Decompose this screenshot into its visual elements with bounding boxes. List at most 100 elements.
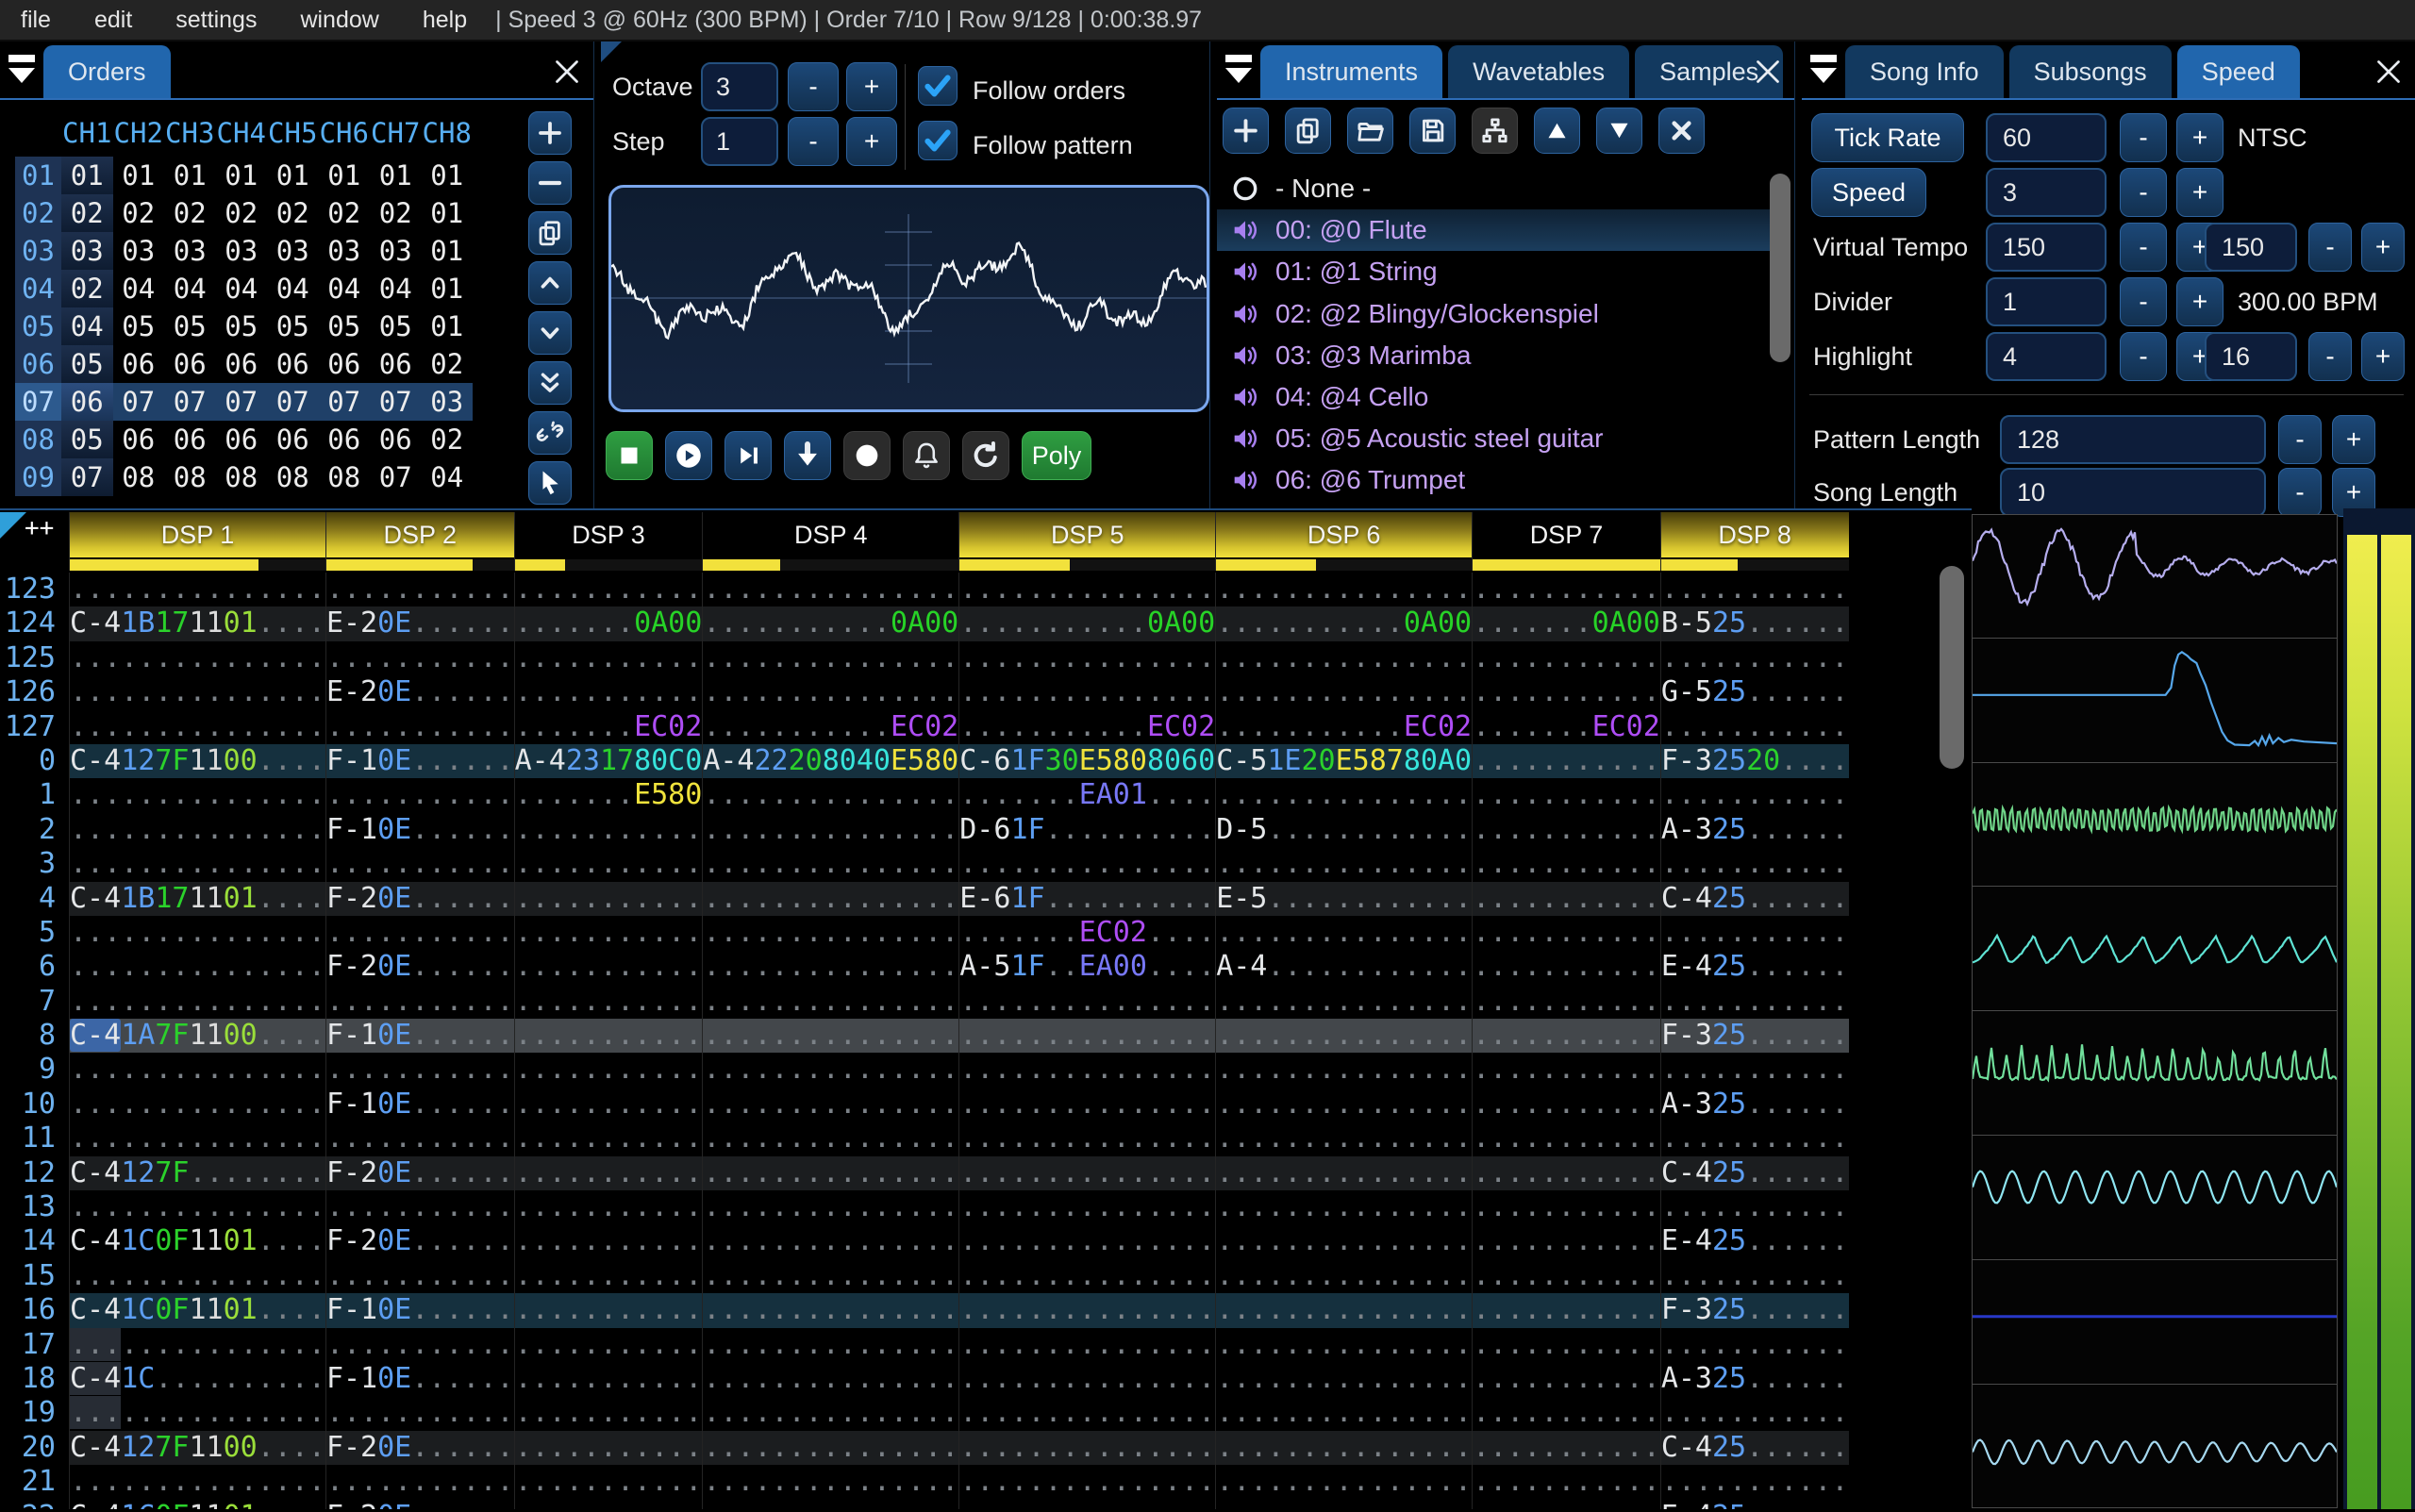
pattern-cell[interactable]: C-425...... — [1659, 1430, 1849, 1466]
pattern-cell[interactable]: ............... — [702, 1190, 958, 1225]
pattern-cell[interactable]: ........... — [1472, 1361, 1660, 1397]
pattern-cell[interactable]: .......E580 — [513, 778, 702, 813]
order-cell[interactable]: 05 — [216, 307, 268, 345]
tick-rate-button[interactable]: Tick Rate — [1811, 113, 1964, 162]
virtual-tempo-denominator-input[interactable]: 150 — [2205, 223, 2297, 272]
channel-header-dsp3[interactable]: XXXXXXXXXXXDSP 3 — [513, 512, 703, 571]
vt2-decrease-button[interactable]: - — [2308, 223, 2352, 272]
pattern-cell[interactable]: ............... — [1215, 915, 1472, 951]
pattern-cell[interactable]: ........... — [325, 1258, 514, 1294]
pattern-cell[interactable]: ............... — [702, 1499, 958, 1509]
pattern-cell[interactable]: ........... — [1472, 743, 1660, 779]
order-cell[interactable]: 07 — [112, 383, 164, 421]
pattern-cell[interactable]: A-325...... — [1659, 1361, 1849, 1397]
pattern-cell[interactable]: ........... — [1472, 1430, 1660, 1466]
orders-add-button[interactable] — [528, 111, 572, 155]
instrument-save-button[interactable] — [1409, 108, 1456, 154]
channel-header-box[interactable]: XXXXXXXXXXXDSP 3 — [514, 512, 703, 557]
tab-song-info[interactable]: Song Info — [1845, 45, 2004, 98]
pattern-cell[interactable]: ............... — [958, 1258, 1215, 1294]
pattern-cell[interactable]: ........... — [325, 573, 514, 607]
menu-item-help[interactable]: help — [423, 7, 467, 34]
metronome-button[interactable] — [903, 431, 950, 480]
channel-header-dsp7[interactable]: XXXXXXXXXXXDSP 7 — [1472, 512, 1660, 571]
order-cell[interactable]: 01 — [422, 157, 474, 194]
pattern-cell[interactable]: ........... — [325, 1396, 514, 1431]
order-cell[interactable]: 02 — [422, 421, 474, 458]
pattern-cell[interactable]: ...........EC02 — [1215, 709, 1472, 744]
pattern-cell[interactable]: ............... — [702, 1122, 958, 1156]
pattern-length-increase-button[interactable]: + — [2332, 415, 2375, 464]
pattern-cell[interactable]: C-51E20E58780A0 — [1215, 743, 1472, 779]
pattern-cell[interactable]: F-20E...... — [325, 1224, 514, 1259]
order-cell[interactable]: 04 — [370, 270, 422, 307]
pattern-cell[interactable]: E-425...... — [1659, 1499, 1849, 1509]
pattern-cell[interactable]: ............... — [1215, 1499, 1472, 1509]
order-cell[interactable]: 04 — [113, 270, 165, 307]
order-row[interactable]: 05 04 05 05 05 05 05 05 01 — [15, 307, 473, 345]
pattern-cell[interactable]: ............... — [69, 640, 325, 676]
pattern-cell[interactable]: C-61F30E5808060 — [958, 743, 1215, 779]
order-cell[interactable]: 06 — [370, 345, 422, 383]
pattern-cell[interactable]: ........... — [325, 1190, 514, 1225]
pattern-cell[interactable]: ........... — [1659, 1327, 1849, 1362]
pattern-cell[interactable]: ............... — [69, 950, 325, 985]
pattern-cell[interactable]: ............... — [958, 1224, 1215, 1259]
pattern-cell[interactable]: ............... — [702, 1087, 958, 1122]
divider-input[interactable]: 1 — [1986, 277, 2107, 326]
pattern-cell[interactable]: E-425...... — [1659, 950, 1849, 985]
pattern-cell[interactable]: F-20E...... — [325, 950, 514, 985]
order-cell[interactable]: 03 — [61, 232, 113, 270]
order-cell[interactable]: 02 — [164, 194, 216, 232]
pattern-cell[interactable]: ............... — [69, 1327, 325, 1362]
song-length-input[interactable]: 10 — [2000, 468, 2266, 517]
pattern-cell[interactable]: ........... — [1472, 1019, 1660, 1054]
hl2-decrease-button[interactable]: - — [2308, 332, 2352, 381]
pattern-cell[interactable]: ............... — [1215, 1327, 1472, 1362]
pattern-cell[interactable]: ............... — [1215, 1293, 1472, 1328]
pattern-cell[interactable]: ............... — [958, 573, 1215, 607]
order-cell[interactable]: 06 — [319, 421, 371, 458]
pattern-cell[interactable]: ........... — [1472, 1499, 1660, 1509]
step-increase-button[interactable]: + — [846, 117, 897, 166]
order-cell[interactable]: 05 — [113, 307, 165, 345]
pattern-cell[interactable]: ............... — [702, 1053, 958, 1088]
orders-move-double-down-button[interactable] — [528, 361, 572, 405]
pattern-cell[interactable]: ........... — [513, 847, 702, 882]
pattern-cell[interactable]: C-41C0F1101.... — [69, 1499, 325, 1509]
pattern-cell[interactable]: ........... — [513, 1224, 702, 1259]
order-row-label[interactable]: 08 — [15, 421, 61, 458]
pattern-cell[interactable]: A-51F..EA00.... — [958, 950, 1215, 985]
pattern-length-input[interactable]: 128 — [2000, 415, 2266, 464]
order-row[interactable]: 06 05 06 06 06 06 06 06 02 — [15, 345, 473, 383]
pattern-cell[interactable]: ........... — [513, 1190, 702, 1225]
pattern-cell[interactable]: ............... — [69, 778, 325, 813]
pattern-cell[interactable]: A-325...... — [1659, 812, 1849, 848]
pattern-cell[interactable]: E-20E...... — [325, 606, 514, 641]
order-cell[interactable]: 08 — [113, 458, 165, 496]
pattern-cell[interactable]: ........... — [1659, 778, 1849, 813]
pattern-cell[interactable]: ............... — [702, 675, 958, 710]
order-cell[interactable]: 01 — [113, 157, 165, 194]
pattern-cell[interactable]: A-422208040E580 — [702, 743, 958, 779]
order-cell[interactable]: 05 — [370, 307, 422, 345]
highlight-second-input[interactable]: 16 — [2205, 332, 2297, 381]
pattern-cell[interactable]: A-4231780C0 — [513, 743, 702, 779]
order-cell[interactable]: 03 — [370, 232, 422, 270]
pattern-cell[interactable]: ............... — [702, 1258, 958, 1294]
pattern-cell[interactable]: ........... — [325, 847, 514, 882]
order-cell[interactable]: 06 — [319, 345, 371, 383]
order-cell[interactable]: 06 — [216, 345, 268, 383]
pattern-scrollbar[interactable] — [1940, 566, 1964, 769]
pattern-cell[interactable]: ........... — [513, 1019, 702, 1054]
pattern-cell[interactable]: ........... — [325, 1327, 514, 1362]
order-cell[interactable]: 07 — [267, 383, 319, 421]
channel-header-box[interactable]: XXXXXXXXXXXXXXXDSP 5 — [959, 512, 1216, 557]
channel-header-dsp4[interactable]: XXXXXXXXXXXXXXXDSP 4 — [702, 512, 959, 571]
pattern-cell[interactable]: ........... — [1472, 1190, 1660, 1225]
pattern-cell[interactable]: ............... — [958, 1155, 1215, 1191]
window-menu-icon[interactable] — [1802, 45, 1845, 98]
pattern-cell[interactable]: ............... — [702, 1224, 958, 1259]
instrument-list-scrollbar[interactable] — [1770, 174, 1790, 362]
order-cell[interactable]: 04 — [61, 307, 113, 345]
